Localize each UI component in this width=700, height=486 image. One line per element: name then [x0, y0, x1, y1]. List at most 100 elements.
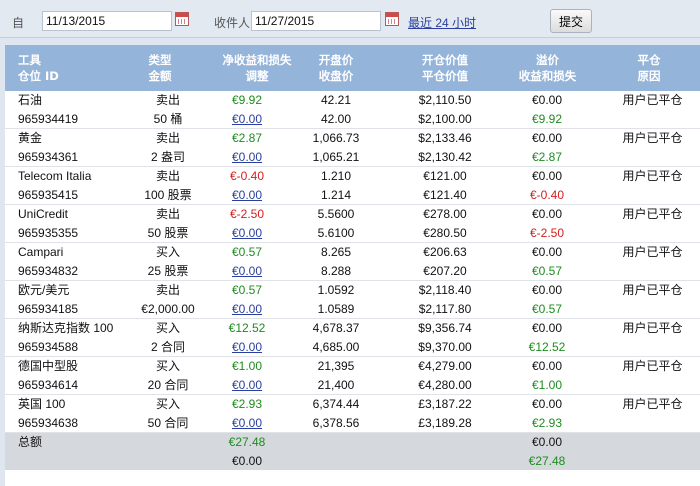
trade-type: 卖出	[155, 169, 180, 183]
adjustment-link[interactable]: €0.00	[205, 148, 289, 167]
calendar-icon[interactable]	[175, 12, 189, 26]
open-price: 8.265	[320, 245, 352, 259]
trade-amount: 2 盎司	[150, 150, 185, 164]
position-id: 965934361	[18, 150, 79, 164]
trade-type: 买入	[155, 321, 180, 335]
table-body: 石油 965934419 卖出 50 桶 €9.92 €0.00 42.21 42.00 $2,…	[5, 91, 700, 433]
to-label: 收件人	[214, 16, 251, 30]
table-row: 石油 965934419 卖出 50 桶 €9.92 €0.00 42.21 42.00 $2,…	[5, 91, 700, 129]
total-pnl: €27.48	[228, 435, 266, 449]
instrument-name: 黄金	[18, 131, 43, 145]
instrument-name: 英国 100	[18, 397, 66, 411]
close-price: 6,378.56	[312, 416, 360, 430]
close-value: €4,280.00	[418, 378, 472, 392]
date-filter-bar: 自 收件人 最近 24 小时 提交	[0, 0, 700, 38]
table-row: UniCredit 965935355 卖出 50 股票 €-2.50 €0.00 5.56…	[5, 205, 700, 243]
net-profit-loss: €1.00	[231, 359, 263, 373]
premium: €0.00	[531, 245, 563, 259]
adjustment-link[interactable]: €0.00	[205, 262, 289, 281]
close-value: $2,130.42	[418, 150, 472, 164]
open-value: €121.00	[423, 169, 467, 183]
table-row: 欧元/美元 965934185 卖出 €2,000.00 €0.57 €0.00 1.059…	[5, 281, 700, 319]
adjustment-link[interactable]: €0.00	[205, 338, 289, 357]
position-id: 965934614	[18, 378, 79, 392]
close-price: 1.0589	[317, 302, 355, 316]
position-id: 965934832	[18, 264, 79, 278]
open-value: $2,110.50	[418, 93, 472, 107]
open-price: 4,678.37	[312, 321, 360, 335]
open-value: $9,356.74	[418, 321, 472, 335]
position-id: 965934638	[18, 416, 79, 430]
table-row: 纳斯达克指数 100 965934588 买入 2 合同 €12.52 €0.00 4,67…	[5, 319, 700, 357]
last-24-hours-link[interactable]: 最近 24 小时	[408, 14, 476, 31]
adjustment-link[interactable]: €0.00	[205, 414, 289, 433]
column-header: 溢价 收益和损失	[500, 52, 595, 84]
instrument-name: 德国中型股	[18, 359, 79, 373]
column-header-line: 收益和损失	[518, 69, 577, 83]
open-value: $2,133.46	[418, 131, 472, 145]
from-date-input[interactable]	[42, 11, 172, 31]
table-row: 英国 100 965934638 买入 50 合同 €2.93 €0.00 6,374.44…	[5, 395, 700, 433]
close-reason: 用户已平仓	[622, 321, 683, 335]
adjustment-link[interactable]: €0.00	[205, 300, 289, 319]
trade-type: 买入	[155, 397, 180, 411]
close-price: 42.00	[320, 112, 352, 126]
calendar-icon[interactable]	[385, 12, 399, 26]
adjustment-link[interactable]: €0.00	[205, 224, 289, 243]
open-value: €278.00	[423, 207, 467, 221]
open-price: 1.210	[320, 169, 352, 183]
trade-amount: 20 合同	[147, 378, 189, 392]
trade-amount: 25 股票	[147, 264, 189, 278]
open-value: £3,187.22	[418, 397, 472, 411]
close-reason: 用户已平仓	[622, 207, 683, 221]
column-header: 类型 金额	[118, 52, 202, 84]
close-reason: 用户已平仓	[622, 359, 683, 373]
adjustment-link[interactable]: €0.00	[205, 186, 289, 205]
to-date-input[interactable]	[251, 11, 381, 31]
submit-button[interactable]: 提交	[550, 9, 592, 33]
column-header-line: 开仓价值	[422, 53, 468, 67]
open-price: 21,395	[317, 359, 355, 373]
premium: €0.00	[531, 359, 563, 373]
profit-loss: €9.92	[531, 112, 563, 126]
open-price: 1.0592	[317, 283, 355, 297]
table-row: Campari 965934832 买入 25 股票 €0.57 €0.00 8.265 8.…	[5, 243, 700, 281]
close-reason: 用户已平仓	[622, 245, 683, 259]
column-header: 工具 仓位 ID	[18, 52, 118, 84]
open-value: €206.63	[423, 245, 467, 259]
close-value: £3,189.28	[418, 416, 472, 430]
adjustment-link[interactable]: €0.00	[205, 110, 289, 129]
column-header-line: 类型	[148, 53, 172, 67]
profit-loss: €1.00	[531, 378, 563, 392]
profit-loss: €0.57	[531, 264, 563, 278]
table-row: 黄金 965934361 卖出 2 盎司 €2.87 €0.00 1,066.73 1,065…	[5, 129, 700, 167]
net-profit-loss: €2.87	[231, 131, 263, 145]
profit-loss: €2.87	[531, 150, 563, 164]
instrument-name: UniCredit	[18, 207, 69, 221]
trade-amount: 100 股票	[144, 188, 192, 202]
trade-amount: 50 合同	[147, 416, 189, 430]
close-price: 1,065.21	[312, 150, 360, 164]
close-value: $2,117.80	[418, 302, 472, 316]
open-price: 6,374.44	[312, 397, 360, 411]
net-profit-loss: €9.92	[231, 93, 263, 107]
net-profit-loss: €12.52	[228, 321, 266, 335]
total-row: 总额 €27.48 €0.00 €0.00 €27.48	[5, 433, 700, 470]
from-label: 自	[12, 16, 25, 30]
net-profit-loss: €0.57	[231, 245, 263, 259]
column-header: 开盘价 收盘价	[290, 52, 382, 84]
adjustment-link[interactable]: €0.00	[205, 376, 289, 395]
total-label: 总额	[18, 435, 43, 449]
close-reason: 用户已平仓	[622, 283, 683, 297]
closed-positions-table: 工具 仓位 ID 类型 金额 净收益和损失 调整 开盘价 收盘价 开仓价值 平仓价值 溢价 收益和损失…	[5, 45, 700, 486]
open-price: 5.5600	[317, 207, 355, 221]
close-value: $9,370.00	[418, 340, 472, 354]
trade-amount: 2 合同	[150, 340, 185, 354]
open-value: $2,118.40	[418, 283, 472, 297]
total-profit-loss: €27.48	[528, 454, 566, 468]
premium: €0.00	[531, 93, 563, 107]
close-value: $2,100.00	[418, 112, 472, 126]
net-profit-loss: €0.57	[231, 283, 263, 297]
column-header-line: 仓位 ID	[18, 69, 59, 83]
column-header-line: 开盘价	[318, 53, 354, 67]
